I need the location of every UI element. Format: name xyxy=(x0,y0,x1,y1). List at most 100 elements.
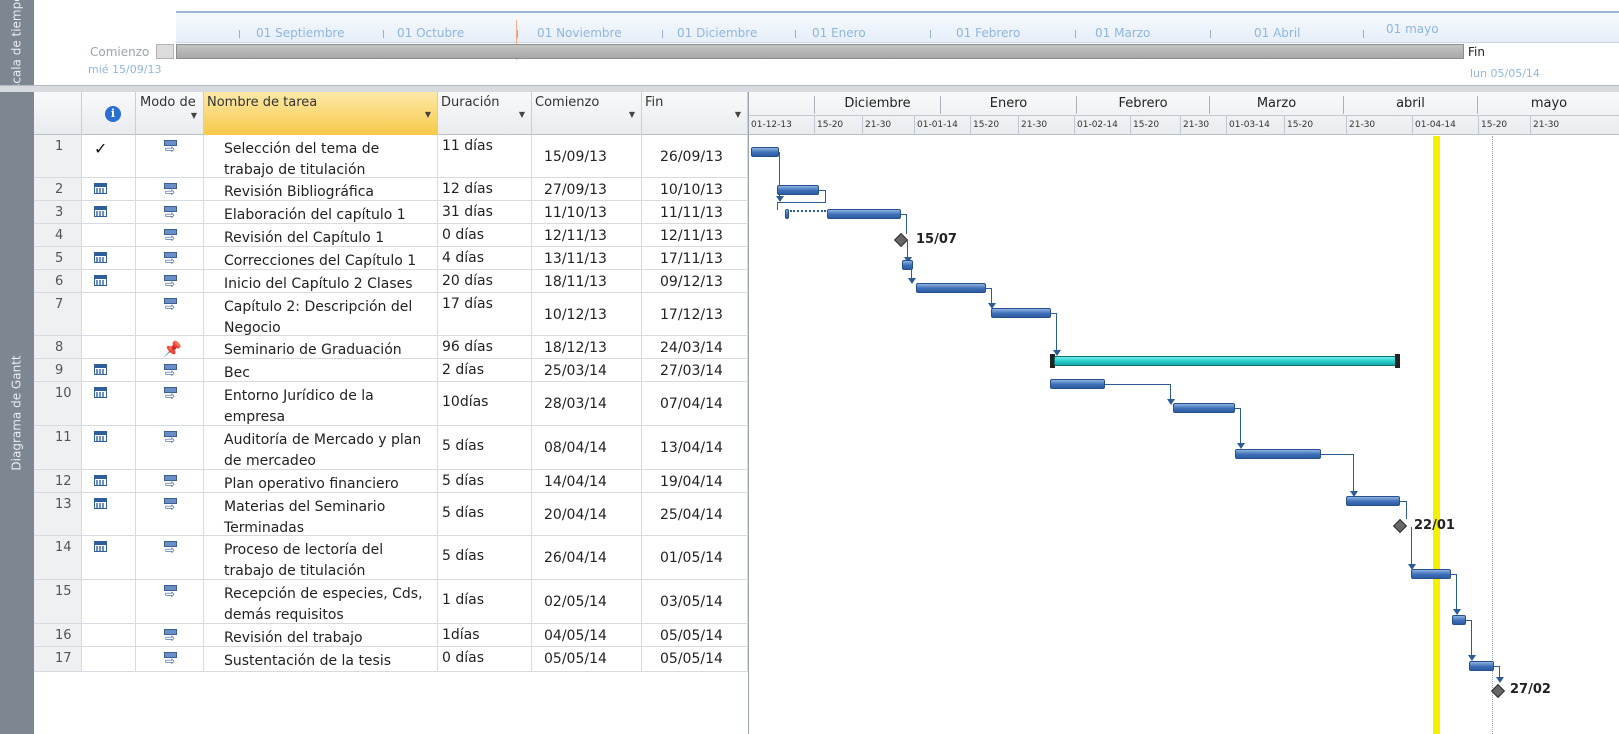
task-name-cell[interactable]: Entorno Jurídico de la empresa xyxy=(204,382,438,425)
chevron-down-icon[interactable]: ▼ xyxy=(191,108,197,124)
start-cell[interactable]: 18/11/13 xyxy=(532,270,642,292)
view-splitter[interactable] xyxy=(0,85,1619,92)
table-row[interactable]: 10 Entorno Jurídico de la empresa10días28… xyxy=(34,382,748,426)
end-cell[interactable]: 03/05/14 xyxy=(642,580,748,623)
end-cell[interactable]: 17/12/13 xyxy=(642,293,748,335)
task-name-cell[interactable]: Proceso de lectoría del trabajo de titul… xyxy=(204,536,438,579)
header-mode[interactable]: Modo de ▼ xyxy=(136,92,204,135)
header-indicators[interactable]: i xyxy=(82,92,136,135)
duration-cell[interactable]: 1días xyxy=(438,624,532,646)
task-name-cell[interactable]: Revisión del Capítulo 1 xyxy=(204,224,438,246)
row-mode[interactable] xyxy=(136,382,204,425)
start-cell[interactable]: 11/10/13 xyxy=(532,201,642,223)
row-mode[interactable]: 📌 xyxy=(136,336,204,358)
chevron-down-icon[interactable]: ▼ xyxy=(735,110,741,119)
table-row[interactable]: 3 Elaboración del capítulo 131 días11/10/… xyxy=(34,201,748,224)
start-cell[interactable]: 05/05/14 xyxy=(532,647,642,671)
row-mode[interactable] xyxy=(136,270,204,292)
duration-cell[interactable]: 0 días xyxy=(438,647,532,671)
start-cell[interactable]: 08/04/14 xyxy=(532,426,642,469)
task-bar[interactable] xyxy=(777,185,819,195)
header-select-all[interactable] xyxy=(34,92,82,135)
row-mode[interactable] xyxy=(136,647,204,671)
task-bar[interactable] xyxy=(785,209,789,219)
duration-cell[interactable]: 4 días xyxy=(438,247,532,269)
header-task-name[interactable]: Nombre de tarea ▼ xyxy=(204,92,438,135)
table-row[interactable]: 16 Revisión del trabajo1días04/05/1405/05… xyxy=(34,624,748,647)
end-cell[interactable]: 26/09/13 xyxy=(642,135,748,177)
end-cell[interactable]: 27/03/14 xyxy=(642,359,748,381)
task-bar[interactable] xyxy=(1235,449,1321,459)
end-cell[interactable]: 09/12/13 xyxy=(642,270,748,292)
row-mode[interactable] xyxy=(136,178,204,200)
duration-cell[interactable]: 0 días xyxy=(438,224,532,246)
task-name-cell[interactable]: Inicio del Capítulo 2 Clases xyxy=(204,270,438,292)
duration-cell[interactable]: 5 días xyxy=(438,536,532,579)
end-cell[interactable]: 12/11/13 xyxy=(642,224,748,246)
header-duration[interactable]: Duración ▼ xyxy=(438,92,532,135)
end-cell[interactable]: 05/05/14 xyxy=(642,647,748,671)
task-bar[interactable] xyxy=(991,308,1051,318)
start-cell[interactable]: 04/05/14 xyxy=(532,624,642,646)
row-mode[interactable] xyxy=(136,470,204,492)
duration-cell[interactable]: 20 días xyxy=(438,270,532,292)
table-row[interactable]: 8 📌 Seminario de Graduación 96 días 18/12/13… xyxy=(34,336,748,359)
end-cell[interactable]: 25/04/14 xyxy=(642,493,748,535)
milestone[interactable] xyxy=(893,232,909,248)
start-cell[interactable]: 02/05/14 xyxy=(532,580,642,623)
header-start[interactable]: Comienzo ▼ xyxy=(532,92,642,135)
chevron-down-icon[interactable]: ▼ xyxy=(519,110,525,119)
duration-cell[interactable]: 1 días xyxy=(438,580,532,623)
row-mode[interactable] xyxy=(136,247,204,269)
task-name-cell[interactable]: Sustentación de la tesis xyxy=(204,647,438,671)
duration-cell[interactable]: 11 días xyxy=(438,135,532,177)
task-name-cell[interactable]: Revisión del trabajo xyxy=(204,624,438,646)
row-mode[interactable] xyxy=(136,293,204,335)
task-name-cell[interactable]: Elaboración del capítulo 1 xyxy=(204,201,438,223)
task-bar[interactable] xyxy=(916,283,986,293)
row-mode[interactable] xyxy=(136,224,204,246)
task-bar[interactable] xyxy=(1469,661,1494,671)
row-mode[interactable] xyxy=(136,624,204,646)
end-cell[interactable]: 13/04/14 xyxy=(642,426,748,469)
table-row[interactable]: 1 ✓ Selección del tema de trabajo de titul… xyxy=(34,135,748,178)
duration-cell[interactable]: 2 días xyxy=(438,359,532,381)
end-cell[interactable]: 07/04/14 xyxy=(642,382,748,425)
row-mode[interactable] xyxy=(136,426,204,469)
task-bar[interactable] xyxy=(1346,496,1400,506)
table-row[interactable]: 5 Correcciones del Capítulo 14 días13/11/… xyxy=(34,247,748,270)
start-cell[interactable]: 15/09/13 xyxy=(532,135,642,177)
duration-cell[interactable]: 12 días xyxy=(438,178,532,200)
table-row[interactable]: 11 Auditoría de Mercado y plan de mercade… xyxy=(34,426,748,470)
duration-cell[interactable]: 5 días xyxy=(438,426,532,469)
start-cell[interactable]: 18/12/13 xyxy=(532,336,642,358)
task-name-cell[interactable]: Capítulo 2: Descripción del Negocio xyxy=(204,293,438,336)
duration-cell[interactable]: 96 días xyxy=(438,336,532,358)
end-cell[interactable]: 24/03/14 xyxy=(642,336,748,358)
row-mode[interactable] xyxy=(136,580,204,623)
task-name-cell[interactable]: Revisión Bibliográfica xyxy=(204,178,438,200)
start-cell[interactable]: 25/03/14 xyxy=(532,359,642,381)
start-cell[interactable]: 27/09/13 xyxy=(532,178,642,200)
duration-cell[interactable]: 5 días xyxy=(438,470,532,492)
start-cell[interactable]: 13/11/13 xyxy=(532,247,642,269)
table-row[interactable]: 4Revisión del Capítulo 10 días12/11/1312… xyxy=(34,224,748,247)
row-mode[interactable] xyxy=(136,359,204,381)
task-name-cell[interactable]: Correcciones del Capítulo 1 xyxy=(204,247,438,269)
task-name-cell[interactable]: Auditoría de Mercado y plan de mercadeo xyxy=(204,426,438,469)
table-row[interactable]: 2 Revisión Bibliográfica12 días27/09/1310… xyxy=(34,178,748,201)
task-bar[interactable] xyxy=(1452,615,1466,625)
table-row[interactable]: 12 Plan operativo financiero5 días14/04/1… xyxy=(34,470,748,493)
duration-cell[interactable]: 10días xyxy=(438,382,532,425)
start-cell[interactable]: 26/04/14 xyxy=(532,536,642,579)
task-name-cell[interactable]: Bec xyxy=(204,359,438,381)
end-cell[interactable]: 05/05/14 xyxy=(642,624,748,646)
task-name-cell[interactable]: Selección del tema de trabajo de titulac… xyxy=(204,135,438,178)
duration-cell[interactable]: 17 días xyxy=(438,293,532,335)
end-cell[interactable]: 11/11/13 xyxy=(642,201,748,223)
timeline-bar[interactable] xyxy=(176,44,1464,59)
start-cell[interactable]: 20/04/14 xyxy=(532,493,642,535)
duration-cell[interactable]: 5 días xyxy=(438,493,532,535)
chevron-down-icon[interactable]: ▼ xyxy=(629,110,635,119)
end-cell[interactable]: 17/11/13 xyxy=(642,247,748,269)
